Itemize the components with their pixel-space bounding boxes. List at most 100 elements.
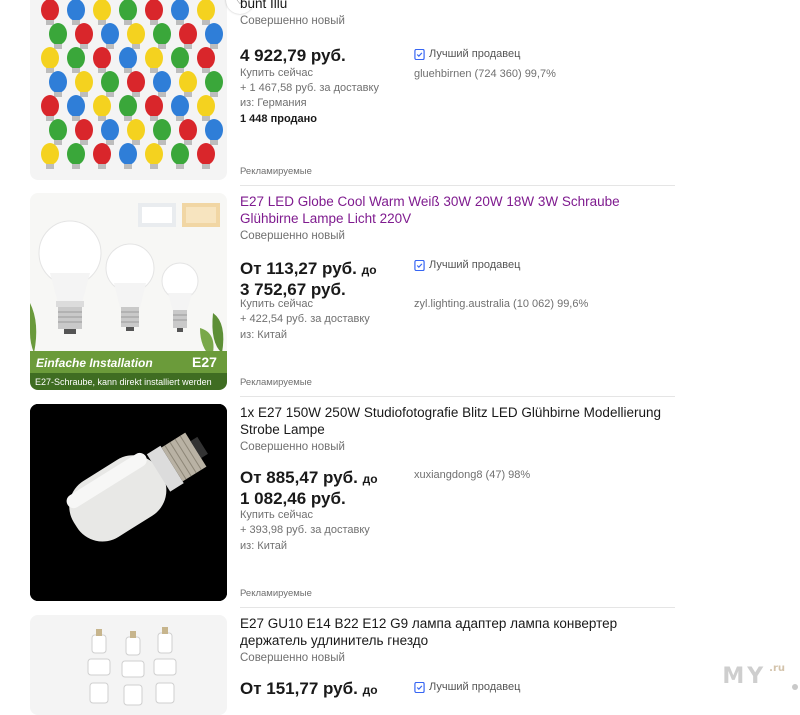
bulb-base: [46, 68, 54, 73]
bulb-shape: [145, 143, 163, 165]
bulb-shape: [127, 119, 145, 141]
bulb-base: [132, 92, 140, 97]
price-from: От 885,47 руб.: [240, 468, 358, 487]
bulb-shape: [179, 119, 197, 141]
strobe-bulb-image: [30, 404, 227, 601]
listing-condition: Совершенно новый: [240, 652, 345, 664]
bulb-shape: [171, 47, 189, 69]
bulb-shape: [205, 71, 223, 93]
colorful-bulbs-image: [41, 0, 223, 169]
bulb-base: [54, 92, 62, 97]
bulb-shape: [93, 47, 111, 69]
bulb-shape: [119, 0, 137, 21]
listing-image[interactable]: Einfache Installation E27 E27-Schraube, …: [30, 193, 227, 390]
bulb-base: [124, 164, 132, 169]
price-to: 1 082,46 руб.: [240, 489, 346, 508]
bulb-base: [98, 68, 106, 73]
listing-condition: Совершенно новый: [240, 15, 345, 27]
listing-card: E27 GU10 E14 B22 E12 G9 лампа адаптер ла…: [30, 615, 675, 715]
listing-price: От 885,47 руб. до 1 082,46 руб.: [240, 468, 378, 509]
bulb-shape: [119, 143, 137, 165]
bulb-base: [184, 44, 192, 49]
bulb-base: [184, 92, 192, 97]
bulb-shape: [119, 95, 137, 117]
bulb-shape: [145, 47, 163, 69]
bulb-base: [158, 92, 166, 97]
bulb-base: [98, 164, 106, 169]
listing-title[interactable]: E27 LED Globe Cool Warm Weiß 30W 20W 18W…: [240, 193, 675, 227]
site-watermark: MY .ru: [722, 663, 785, 689]
shipping-cost: + 422,54 руб. за доставку: [240, 313, 370, 325]
listing-price: 4 922,79 руб.: [240, 46, 346, 65]
bulb-shape: [127, 23, 145, 45]
listing-price: От 113,27 руб. до 3 752,67 руб.: [240, 259, 377, 300]
bulb-shape: [41, 143, 59, 165]
bulb-base: [72, 20, 80, 25]
listing-condition: Совершенно новый: [240, 230, 345, 242]
listing-condition: Совершенно новый: [240, 441, 345, 453]
bulb-base: [80, 140, 88, 145]
bulb-base: [210, 44, 218, 49]
bulb-shape: [49, 119, 67, 141]
bulb-shape: [93, 0, 111, 21]
bulb-shape: [75, 71, 93, 93]
bulb-base: [158, 44, 166, 49]
bulb-shape: [101, 71, 119, 93]
buy-type: Купить сейчас: [240, 67, 313, 79]
top-rated-badge: Лучший продавец: [414, 259, 520, 271]
bulb-base: [124, 116, 132, 121]
bulb-shape: [197, 47, 215, 69]
bulb-shape: [153, 119, 171, 141]
seller-info[interactable]: gluehbirnen (724 360) 99,7%: [414, 68, 556, 80]
bulb-shape: [205, 119, 223, 141]
bulb-base: [46, 20, 54, 25]
bulb-base: [72, 68, 80, 73]
bulb-shape: [67, 47, 85, 69]
price-to-word: до: [362, 472, 378, 486]
listing-title[interactable]: E27 GU10 E14 B22 E12 G9 лампа адаптер ла…: [240, 615, 675, 649]
sponsored-label: Рекламируемые: [240, 166, 312, 177]
bulb-base: [150, 68, 158, 73]
bulb-shape: [49, 71, 67, 93]
bulb-base: [202, 164, 210, 169]
bulb-shape: [171, 95, 189, 117]
bulb-base: [46, 164, 54, 169]
top-rated-label: Лучший продавец: [429, 681, 521, 693]
top-rated-badge: Лучший продавец: [414, 48, 520, 60]
buy-type: Купить сейчас: [240, 298, 313, 310]
listing-image[interactable]: [30, 0, 227, 180]
bulb-shape: [205, 23, 223, 45]
buy-type: Купить сейчас: [240, 509, 313, 521]
bulb-base: [72, 116, 80, 121]
seller-info[interactable]: zyl.lighting.australia (10 062) 99,6%: [414, 298, 588, 310]
listing-image[interactable]: [30, 404, 227, 601]
bulb-base: [106, 140, 114, 145]
bulb-base: [176, 164, 184, 169]
bulb-shape: [41, 95, 59, 117]
seller-info[interactable]: xuxiangdong8 (47) 98%: [414, 469, 530, 481]
watermark-suffix: .ru: [769, 663, 785, 674]
bulb-shape: [153, 71, 171, 93]
scroll-indicator[interactable]: [792, 684, 798, 690]
listing-card: ♡ bunt Illu Совершенно новый 4 922,79 ру…: [30, 0, 675, 186]
divider: [240, 607, 675, 608]
bulb-shape: [127, 71, 145, 93]
listing-card: Einfache Installation E27 E27-Schraube, …: [30, 193, 675, 390]
listing-card: 1x E27 150W 250W Studiofotografie Blitz …: [30, 404, 675, 601]
listing-title[interactable]: 1x E27 150W 250W Studiofotografie Blitz …: [240, 404, 675, 438]
top-rated-badge-icon: [414, 681, 425, 693]
bulb-shape: [197, 0, 215, 21]
item-origin: из: Германия: [240, 97, 307, 109]
bulb-shape: [41, 47, 59, 69]
listing-title[interactable]: bunt Illu: [240, 0, 675, 12]
bulb-shape: [93, 95, 111, 117]
bulb-shape: [101, 119, 119, 141]
top-rated-label: Лучший продавец: [429, 48, 521, 60]
bulb-base: [106, 44, 114, 49]
bulb-base: [46, 116, 54, 121]
price-from: От 151,77 руб.: [240, 679, 358, 698]
top-rated-badge-icon: [414, 48, 425, 60]
bulb-base: [150, 164, 158, 169]
listing-image[interactable]: [30, 615, 227, 715]
top-rated-badge-icon: [414, 259, 425, 271]
